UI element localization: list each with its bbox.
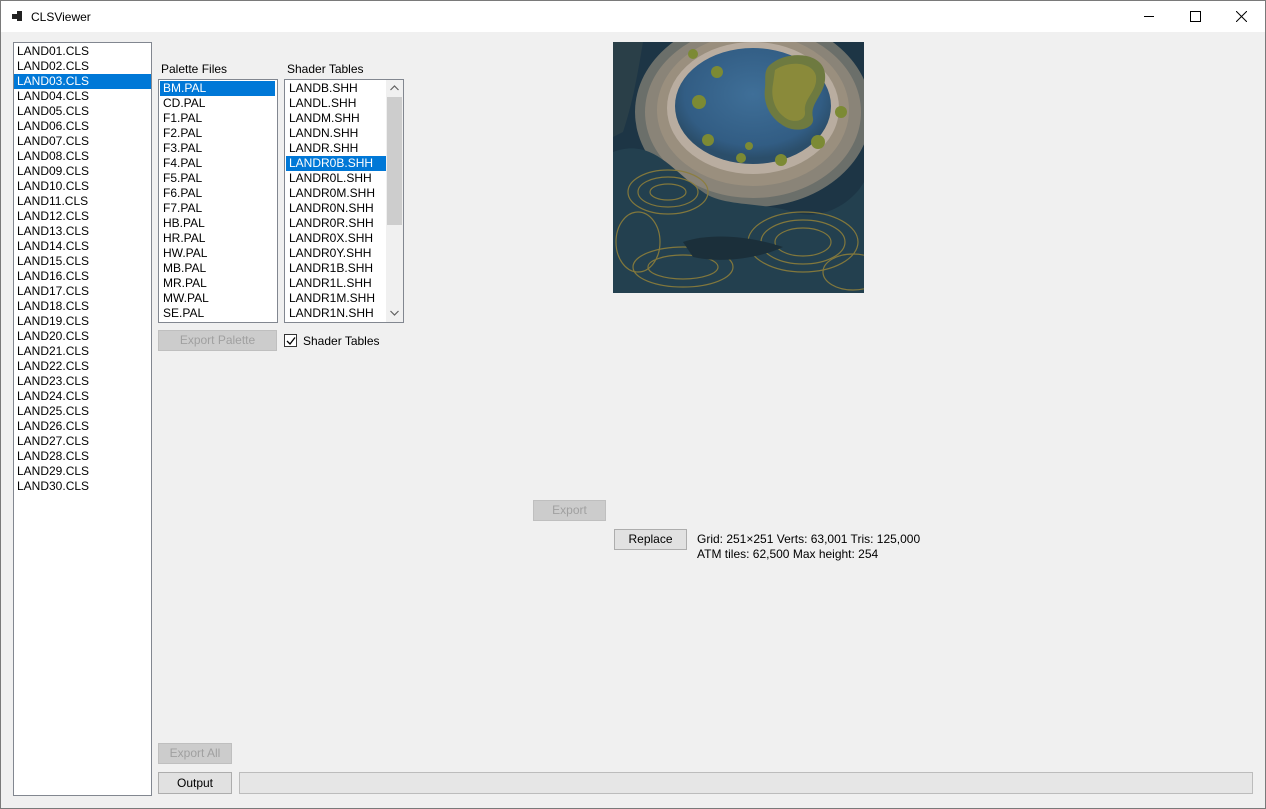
palette-file-item[interactable]: HR.PAL (160, 231, 275, 246)
cls-file-item[interactable]: LAND19.CLS (14, 314, 151, 329)
cls-file-item[interactable]: LAND02.CLS (14, 59, 151, 74)
cls-file-item[interactable]: LAND07.CLS (14, 134, 151, 149)
cls-file-item[interactable]: LAND21.CLS (14, 344, 151, 359)
minimize-icon (1144, 16, 1154, 17)
shader-tables-checkbox[interactable] (284, 334, 297, 347)
export-all-button[interactable]: Export All (158, 743, 232, 764)
cls-file-item[interactable]: LAND13.CLS (14, 224, 151, 239)
cls-file-item[interactable]: LAND23.CLS (14, 374, 151, 389)
chevron-down-icon (390, 310, 399, 316)
shader-table-item[interactable]: LANDR1L.SHH (286, 276, 386, 291)
shader-table-item[interactable]: LANDR1M.SHH (286, 291, 386, 306)
palette-file-item[interactable]: MR.PAL (160, 276, 275, 291)
replace-button[interactable]: Replace (614, 529, 687, 550)
maximize-icon (1190, 11, 1201, 22)
palette-file-item[interactable]: BM.PAL (160, 81, 275, 96)
cls-file-item[interactable]: LAND15.CLS (14, 254, 151, 269)
shader-table-item[interactable]: LANDB.SHH (286, 81, 386, 96)
cls-file-item[interactable]: LAND16.CLS (14, 269, 151, 284)
export-palette-button[interactable]: Export Palette (158, 330, 277, 351)
cls-file-item[interactable]: LAND11.CLS (14, 194, 151, 209)
palette-file-list[interactable]: BM.PAL CD.PAL F1.PAL F2.PAL F3.PAL F4.PAL F5.P… (158, 79, 278, 323)
cls-file-item[interactable]: LAND05.CLS (14, 104, 151, 119)
cls-file-item[interactable]: LAND14.CLS (14, 239, 151, 254)
cls-file-item[interactable]: LAND18.CLS (14, 299, 151, 314)
atm-stats-text: ATM tiles: 62,500 Max height: 254 (697, 547, 879, 561)
shader-table-item[interactable]: LANDR0R.SHH (286, 216, 386, 231)
shader-table-item[interactable]: LANDR0N.SHH (286, 201, 386, 216)
shader-table-item[interactable]: LANDR0X.SHH (286, 231, 386, 246)
cls-file-item[interactable]: LAND28.CLS (14, 449, 151, 464)
shader-table-list[interactable]: LANDB.SHH LANDL.SHH LANDM.SHH LANDN.SHH LAND… (284, 79, 404, 323)
shader-table-item[interactable]: LANDR1B.SHH (286, 261, 386, 276)
cls-file-item[interactable]: LAND12.CLS (14, 209, 151, 224)
close-icon (1236, 11, 1247, 22)
palette-file-item[interactable]: F5.PAL (160, 171, 275, 186)
chevron-up-icon (390, 85, 399, 91)
palette-file-item[interactable]: HW.PAL (160, 246, 275, 261)
grid-stats-text: Grid: 251×251 Verts: 63,001 Tris: 125,00… (697, 532, 921, 546)
palette-file-item[interactable]: F7.PAL (160, 201, 275, 216)
checkmark-icon (286, 337, 296, 345)
shader-list-scrollbar[interactable] (386, 80, 403, 322)
shader-tables-label: Shader Tables (287, 62, 364, 76)
cls-file-item[interactable]: LAND06.CLS (14, 119, 151, 134)
title-bar[interactable]: CLSViewer (1, 1, 1265, 32)
export-button[interactable]: Export (533, 500, 606, 521)
palette-file-item[interactable]: HB.PAL (160, 216, 275, 231)
palette-files-label: Palette Files (161, 62, 228, 76)
app-icon (12, 11, 24, 21)
shader-tables-checkbox-label[interactable]: Shader Tables (303, 334, 380, 348)
cls-file-item[interactable]: LAND24.CLS (14, 389, 151, 404)
palette-file-item[interactable]: F6.PAL (160, 186, 275, 201)
scroll-down-arrow[interactable] (386, 305, 403, 322)
shader-table-item[interactable]: LANDN.SHH (286, 126, 386, 141)
cls-file-item[interactable]: LAND27.CLS (14, 434, 151, 449)
palette-file-item[interactable]: F1.PAL (160, 111, 275, 126)
cls-file-item[interactable]: LAND26.CLS (14, 419, 151, 434)
cls-file-item[interactable]: LAND04.CLS (14, 89, 151, 104)
shader-table-item[interactable]: LANDM.SHH (286, 111, 386, 126)
cls-file-item[interactable]: LAND09.CLS (14, 164, 151, 179)
cls-file-item[interactable]: LAND10.CLS (14, 179, 151, 194)
scroll-thumb[interactable] (387, 97, 402, 225)
window-title: CLSViewer (31, 10, 91, 24)
palette-file-item[interactable]: MW.PAL (160, 291, 275, 306)
palette-file-item[interactable]: F2.PAL (160, 126, 275, 141)
shader-table-item[interactable]: LANDR0B.SHH (286, 156, 386, 171)
cls-file-item[interactable]: LAND01.CLS (14, 44, 151, 59)
output-button[interactable]: Output (158, 772, 232, 794)
palette-file-item[interactable]: CD.PAL (160, 96, 275, 111)
cls-file-item[interactable]: LAND30.CLS (14, 479, 151, 494)
cls-file-item[interactable]: LAND22.CLS (14, 359, 151, 374)
cls-file-item[interactable]: LAND03.CLS (14, 74, 151, 89)
cls-file-item[interactable]: LAND08.CLS (14, 149, 151, 164)
close-button[interactable] (1219, 1, 1265, 32)
shader-table-item[interactable]: LANDR0M.SHH (286, 186, 386, 201)
minimize-button[interactable] (1127, 1, 1173, 32)
terrain-preview-image (613, 42, 864, 293)
palette-file-item[interactable]: F3.PAL (160, 141, 275, 156)
progress-bar (239, 772, 1253, 794)
shader-table-item[interactable]: LANDR0Y.SHH (286, 246, 386, 261)
scroll-up-arrow[interactable] (386, 80, 403, 97)
palette-file-item[interactable]: F4.PAL (160, 156, 275, 171)
shader-table-item[interactable]: LANDR.SHH (286, 141, 386, 156)
palette-file-item[interactable]: MB.PAL (160, 261, 275, 276)
cls-file-item[interactable]: LAND17.CLS (14, 284, 151, 299)
shader-table-item[interactable]: LANDR1N.SHH (286, 306, 386, 321)
cls-file-list[interactable]: LAND01.CLS LAND02.CLS LAND03.CLS LAND04.CLS… (13, 42, 152, 796)
maximize-button[interactable] (1173, 1, 1219, 32)
palette-file-item[interactable]: SE.PAL (160, 306, 275, 321)
shader-table-item[interactable]: LANDR0L.SHH (286, 171, 386, 186)
shader-table-item[interactable]: LANDL.SHH (286, 96, 386, 111)
cls-file-item[interactable]: LAND20.CLS (14, 329, 151, 344)
cls-file-item[interactable]: LAND25.CLS (14, 404, 151, 419)
cls-file-item[interactable]: LAND29.CLS (14, 464, 151, 479)
